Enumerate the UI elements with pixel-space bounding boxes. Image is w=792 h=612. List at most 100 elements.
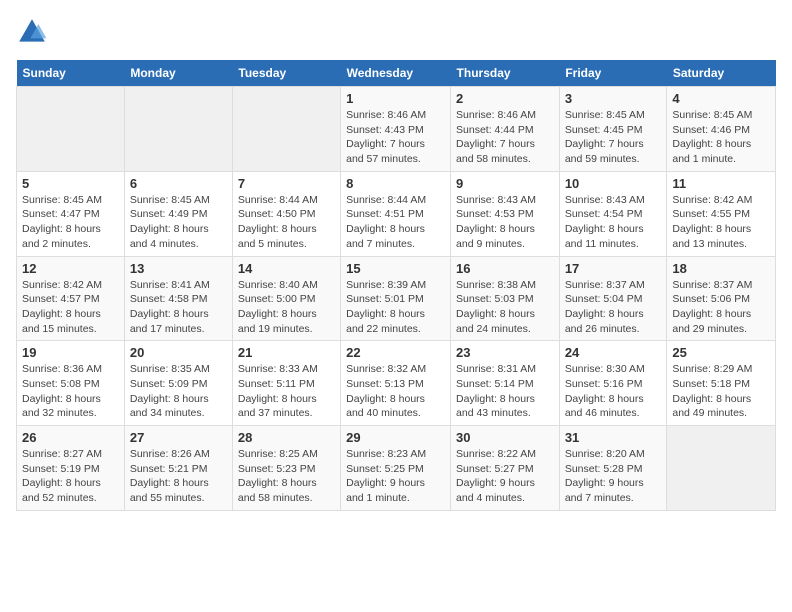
calendar-cell: 1 Sunrise: 8:46 AM Sunset: 4:43 PM Daylig… [341, 87, 451, 172]
calendar-table: SundayMondayTuesdayWednesdayThursdayFrid… [16, 60, 776, 511]
day-number: 7 [238, 176, 335, 191]
calendar-week-row: 1 Sunrise: 8:46 AM Sunset: 4:43 PM Daylig… [17, 87, 776, 172]
calendar-cell: 31 Sunrise: 8:20 AM Sunset: 5:28 PM Dayli… [559, 426, 667, 511]
day-info: Sunrise: 8:43 AM Sunset: 4:53 PM Dayligh… [456, 193, 554, 252]
calendar-cell: 4 Sunrise: 8:45 AM Sunset: 4:46 PM Daylig… [667, 87, 776, 172]
day-info: Sunrise: 8:43 AM Sunset: 4:54 PM Dayligh… [565, 193, 662, 252]
logo-icon [16, 16, 48, 48]
calendar-cell: 19 Sunrise: 8:36 AM Sunset: 5:08 PM Dayli… [17, 341, 125, 426]
calendar-cell: 17Sunrise: 8:37 AM Sunset: 5:04 PM Dayli… [559, 256, 667, 341]
day-info: Sunrise: 8:45 AM Sunset: 4:49 PM Dayligh… [130, 193, 227, 252]
day-info: Sunrise: 8:44 AM Sunset: 4:51 PM Dayligh… [346, 193, 445, 252]
calendar-cell: 6 Sunrise: 8:45 AM Sunset: 4:49 PM Daylig… [124, 171, 232, 256]
calendar-cell: 3 Sunrise: 8:45 AM Sunset: 4:45 PM Daylig… [559, 87, 667, 172]
day-info: Sunrise: 8:30 AM Sunset: 5:16 PM Dayligh… [565, 362, 662, 421]
day-number: 18 [672, 261, 770, 276]
day-number: 1 [346, 91, 445, 106]
column-header-friday: Friday [559, 60, 667, 87]
calendar-cell: 14Sunrise: 8:40 AM Sunset: 5:00 PM Dayli… [232, 256, 340, 341]
day-number: 23 [456, 345, 554, 360]
day-info: Sunrise: 8:37 AM Sunset: 5:04 PM Dayligh… [565, 278, 662, 337]
day-info: Sunrise: 8:26 AM Sunset: 5:21 PM Dayligh… [130, 447, 227, 506]
day-info: Sunrise: 8:23 AM Sunset: 5:25 PM Dayligh… [346, 447, 445, 506]
calendar-cell: 8 Sunrise: 8:44 AM Sunset: 4:51 PM Daylig… [341, 171, 451, 256]
day-number: 25 [672, 345, 770, 360]
day-info: Sunrise: 8:35 AM Sunset: 5:09 PM Dayligh… [130, 362, 227, 421]
day-number: 15 [346, 261, 445, 276]
calendar-cell: 7 Sunrise: 8:44 AM Sunset: 4:50 PM Daylig… [232, 171, 340, 256]
day-info: Sunrise: 8:42 AM Sunset: 4:55 PM Dayligh… [672, 193, 770, 252]
day-number: 16 [456, 261, 554, 276]
day-number: 27 [130, 430, 227, 445]
day-number: 31 [565, 430, 662, 445]
day-number: 21 [238, 345, 335, 360]
day-number: 19 [22, 345, 119, 360]
day-info: Sunrise: 8:38 AM Sunset: 5:03 PM Dayligh… [456, 278, 554, 337]
day-info: Sunrise: 8:45 AM Sunset: 4:47 PM Dayligh… [22, 193, 119, 252]
day-info: Sunrise: 8:45 AM Sunset: 4:46 PM Dayligh… [672, 108, 770, 167]
calendar-header-row: SundayMondayTuesdayWednesdayThursdayFrid… [17, 60, 776, 87]
calendar-cell: 2 Sunrise: 8:46 AM Sunset: 4:44 PM Daylig… [451, 87, 560, 172]
calendar-cell: 16 Sunrise: 8:38 AM Sunset: 5:03 PM Dayli… [451, 256, 560, 341]
calendar-cell: 20 Sunrise: 8:35 AM Sunset: 5:09 PM Dayli… [124, 341, 232, 426]
day-number: 13 [130, 261, 227, 276]
day-info: Sunrise: 8:46 AM Sunset: 4:43 PM Dayligh… [346, 108, 445, 167]
calendar-week-row: 5 Sunrise: 8:45 AM Sunset: 4:47 PM Daylig… [17, 171, 776, 256]
day-number: 11 [672, 176, 770, 191]
calendar-cell: 24Sunrise: 8:30 AM Sunset: 5:16 PM Dayli… [559, 341, 667, 426]
day-info: Sunrise: 8:37 AM Sunset: 5:06 PM Dayligh… [672, 278, 770, 337]
day-info: Sunrise: 8:33 AM Sunset: 5:11 PM Dayligh… [238, 362, 335, 421]
calendar-cell: 11 Sunrise: 8:42 AM Sunset: 4:55 PM Dayli… [667, 171, 776, 256]
calendar-week-row: 12Sunrise: 8:42 AM Sunset: 4:57 PM Dayli… [17, 256, 776, 341]
day-info: Sunrise: 8:27 AM Sunset: 5:19 PM Dayligh… [22, 447, 119, 506]
calendar-week-row: 26 Sunrise: 8:27 AM Sunset: 5:19 PM Dayli… [17, 426, 776, 511]
calendar-cell [17, 87, 125, 172]
calendar-cell: 29 Sunrise: 8:23 AM Sunset: 5:25 PM Dayli… [341, 426, 451, 511]
calendar-cell: 28 Sunrise: 8:25 AM Sunset: 5:23 PM Dayli… [232, 426, 340, 511]
calendar-cell: 27 Sunrise: 8:26 AM Sunset: 5:21 PM Dayli… [124, 426, 232, 511]
column-header-sunday: Sunday [17, 60, 125, 87]
calendar-cell [667, 426, 776, 511]
day-info: Sunrise: 8:39 AM Sunset: 5:01 PM Dayligh… [346, 278, 445, 337]
column-header-thursday: Thursday [451, 60, 560, 87]
calendar-cell: 30 Sunrise: 8:22 AM Sunset: 5:27 PM Dayli… [451, 426, 560, 511]
day-number: 12 [22, 261, 119, 276]
calendar-body: 1 Sunrise: 8:46 AM Sunset: 4:43 PM Daylig… [17, 87, 776, 511]
day-info: Sunrise: 8:25 AM Sunset: 5:23 PM Dayligh… [238, 447, 335, 506]
column-header-saturday: Saturday [667, 60, 776, 87]
day-number: 30 [456, 430, 554, 445]
day-number: 5 [22, 176, 119, 191]
day-number: 2 [456, 91, 554, 106]
calendar-cell: 26 Sunrise: 8:27 AM Sunset: 5:19 PM Dayli… [17, 426, 125, 511]
day-info: Sunrise: 8:46 AM Sunset: 4:44 PM Dayligh… [456, 108, 554, 167]
day-info: Sunrise: 8:41 AM Sunset: 4:58 PM Dayligh… [130, 278, 227, 337]
day-info: Sunrise: 8:22 AM Sunset: 5:27 PM Dayligh… [456, 447, 554, 506]
day-info: Sunrise: 8:36 AM Sunset: 5:08 PM Dayligh… [22, 362, 119, 421]
day-number: 28 [238, 430, 335, 445]
calendar-cell: 21 Sunrise: 8:33 AM Sunset: 5:11 PM Dayli… [232, 341, 340, 426]
day-number: 10 [565, 176, 662, 191]
calendar-cell: 5 Sunrise: 8:45 AM Sunset: 4:47 PM Daylig… [17, 171, 125, 256]
calendar-cell: 12Sunrise: 8:42 AM Sunset: 4:57 PM Dayli… [17, 256, 125, 341]
day-number: 29 [346, 430, 445, 445]
day-number: 6 [130, 176, 227, 191]
calendar-cell: 15 Sunrise: 8:39 AM Sunset: 5:01 PM Dayli… [341, 256, 451, 341]
column-header-tuesday: Tuesday [232, 60, 340, 87]
day-info: Sunrise: 8:44 AM Sunset: 4:50 PM Dayligh… [238, 193, 335, 252]
day-number: 20 [130, 345, 227, 360]
day-number: 8 [346, 176, 445, 191]
calendar-cell [124, 87, 232, 172]
calendar-cell: 18 Sunrise: 8:37 AM Sunset: 5:06 PM Dayli… [667, 256, 776, 341]
day-number: 4 [672, 91, 770, 106]
calendar-cell: 9 Sunrise: 8:43 AM Sunset: 4:53 PM Daylig… [451, 171, 560, 256]
day-number: 26 [22, 430, 119, 445]
day-number: 3 [565, 91, 662, 106]
day-number: 9 [456, 176, 554, 191]
page-header [16, 16, 776, 48]
day-number: 14 [238, 261, 335, 276]
day-info: Sunrise: 8:45 AM Sunset: 4:45 PM Dayligh… [565, 108, 662, 167]
logo [16, 16, 50, 48]
day-info: Sunrise: 8:20 AM Sunset: 5:28 PM Dayligh… [565, 447, 662, 506]
calendar-cell: 25Sunrise: 8:29 AM Sunset: 5:18 PM Dayli… [667, 341, 776, 426]
calendar-cell: 22Sunrise: 8:32 AM Sunset: 5:13 PM Dayli… [341, 341, 451, 426]
